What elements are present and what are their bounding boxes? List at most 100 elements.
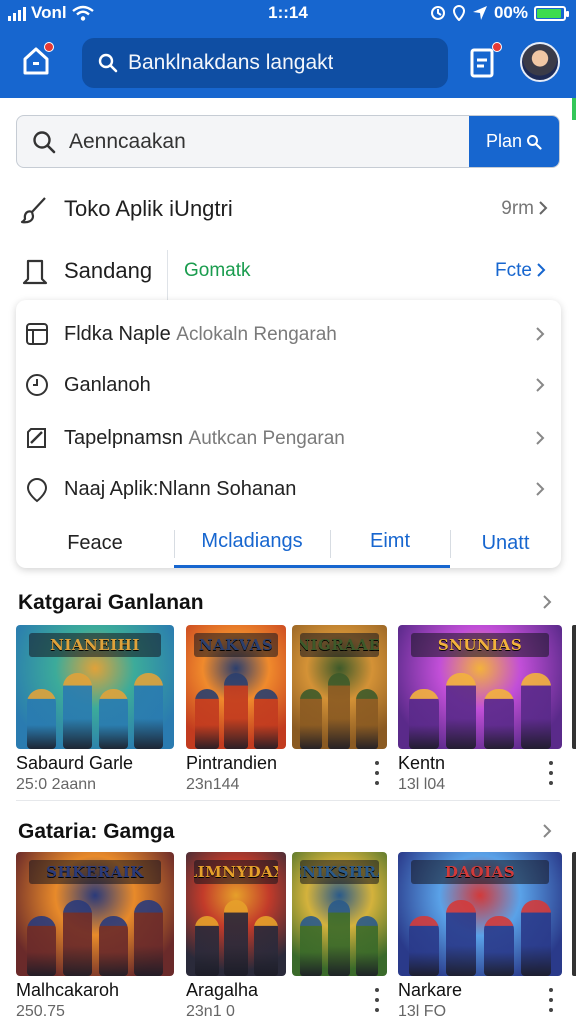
status-bar: Vonl 1::14 00%: [0, 0, 576, 26]
home-badge: [44, 42, 54, 52]
search-button[interactable]: Plan: [469, 116, 559, 167]
menu-item-sandang[interactable]: Sandang Gomatk Fcte: [0, 244, 576, 302]
game-subtitle: 23n144: [186, 776, 240, 793]
game-logo: SNUNIAS: [411, 633, 549, 657]
edit-icon: [27, 428, 46, 448]
character-figure: [300, 689, 322, 749]
game-subtitle: 250.75: [16, 1003, 65, 1020]
game-title: Malhcakaroh: [16, 980, 120, 1000]
notifications-button[interactable]: [470, 42, 502, 78]
tab-eimt[interactable]: Eimt: [330, 518, 450, 568]
game-title: Pintrandien: [186, 753, 278, 773]
dropdown-item-label: Tapelpnamsn: [64, 427, 183, 449]
section-title: Katgarai Ganlanan: [18, 591, 204, 614]
menu-item-label: Toko Aplik iUngtri: [64, 196, 233, 221]
chevron-right-icon: [536, 431, 545, 445]
character-figure: [134, 900, 163, 976]
search-icon: [527, 134, 542, 150]
dropdown-item-detail: Autkcan Pengaran: [188, 428, 345, 449]
chevron-right-icon: [537, 263, 546, 277]
window-icon: [26, 323, 48, 345]
game-subtitle: 23n1 0: [186, 1003, 235, 1020]
tab-unatt[interactable]: Unatt: [450, 518, 561, 568]
menu-item-label: Sandang: [64, 258, 153, 283]
dropdown-item-detail: Aclokaln Rengarah: [176, 324, 337, 345]
game-thumbnail[interactable]: ENIKSHRA: [292, 852, 387, 976]
character-figure: [300, 916, 322, 976]
chevron-right-icon[interactable]: [542, 594, 552, 610]
game-logo: NIANEIHI: [28, 633, 162, 657]
header-search-bar[interactable]: Banklnakdans langakt: [82, 38, 448, 88]
chevron-right-icon[interactable]: [542, 823, 552, 839]
divider: [16, 800, 560, 801]
chevron-right-icon: [539, 201, 548, 215]
next-card-peek: [572, 852, 576, 976]
dropdown-item[interactable]: Ganlanoh: [16, 359, 561, 411]
dropdown-item[interactable]: Naaj Aplik:Nlann Sohanan: [16, 463, 561, 515]
character-figure: [224, 900, 248, 976]
game-logo: NAKVAS: [194, 633, 278, 657]
character-figure: [484, 916, 514, 976]
game-thumbnail[interactable]: SNIGRAAEK: [292, 625, 387, 749]
section-title: Gataria: Gamga: [18, 820, 175, 843]
dropdown-item[interactable]: Fldka Naple Aclokaln Rengarah: [16, 308, 561, 360]
more-link[interactable]: Fcte: [495, 260, 532, 282]
search-input[interactable]: Aenncaakan: [69, 130, 186, 154]
character-figure: [254, 689, 278, 749]
search-field[interactable]: Aenncaakan Plan: [16, 115, 560, 168]
app-header: Vonl 1::14 00% Banklnakdans langakt: [0, 0, 576, 98]
character-figure: [328, 900, 350, 976]
dropdown-tabs: Feace Mcladiangs Eimt Unatt: [16, 518, 561, 568]
game-subtitle: 13l l04: [398, 776, 446, 793]
game-thumbnail[interactable]: SNUNIAS: [398, 625, 562, 749]
dropdown-item-label: Naaj Aplik:Nlann Sohanan: [64, 478, 297, 500]
game-thumbnail[interactable]: LIMNYDAX: [186, 852, 286, 976]
character-figure: [328, 673, 350, 749]
battery-icon: [534, 5, 569, 21]
character-figure: [63, 673, 92, 749]
game-thumbnail[interactable]: NAKVAS: [186, 625, 286, 749]
more-options-icon[interactable]: [548, 761, 554, 785]
sync-icon: [430, 6, 445, 20]
character-figure: [195, 916, 219, 976]
character-figure: [254, 916, 278, 976]
chevron-right-icon: [536, 378, 545, 392]
navigation-icon: [472, 6, 487, 20]
dropdown-item[interactable]: Tapelpnamsn Autkcan Pengaran: [16, 412, 561, 464]
dropdown-menu: Fldka Naple Aclokaln Rengarah Ganlanoh T…: [16, 300, 561, 568]
clock-icon: [26, 374, 48, 396]
more-options-icon[interactable]: [548, 988, 554, 1012]
search-icon: [33, 131, 56, 154]
game-logo: SNIGRAAEK: [299, 633, 380, 657]
menu-item-meta: 9rm: [501, 198, 534, 219]
avatar[interactable]: [520, 42, 560, 82]
character-figure: [99, 916, 128, 976]
menu-item-store[interactable]: Toko Aplik iUngtri 9rm: [0, 182, 576, 238]
character-figure: [521, 900, 551, 976]
tab-mcladiangs[interactable]: Mcladiangs: [174, 518, 330, 568]
game-logo: ENIKSHRA: [299, 860, 380, 884]
game-title: Kentn: [398, 753, 446, 773]
game-subtitle: 13l FO: [398, 1003, 447, 1020]
search-button-label: Plan: [485, 131, 523, 151]
chevron-right-icon: [536, 327, 545, 341]
home-button[interactable]: [20, 42, 54, 76]
dropdown-item-label: Ganlanoh: [64, 374, 151, 396]
contact-link[interactable]: Gomatk: [184, 260, 251, 282]
character-figure: [409, 916, 439, 976]
character-figure: [134, 673, 163, 749]
more-options-icon[interactable]: [374, 761, 380, 785]
character-figure: [224, 673, 248, 749]
game-thumbnail[interactable]: SHKERAIK: [16, 852, 174, 976]
chevron-right-icon: [536, 482, 545, 496]
more-options-icon[interactable]: [374, 988, 380, 1012]
game-thumbnail[interactable]: DAOIAS: [398, 852, 562, 976]
bookmark-icon: [22, 259, 48, 285]
game-thumbnail[interactable]: NIANEIHI: [16, 625, 174, 749]
character-figure: [409, 689, 439, 749]
character-figure: [356, 689, 378, 749]
game-logo: SHKERAIK: [28, 860, 162, 884]
tab-feace[interactable]: Feace: [16, 518, 174, 568]
location-pin-icon: [26, 477, 48, 503]
header-search-text: Banklnakdans langakt: [128, 51, 334, 74]
